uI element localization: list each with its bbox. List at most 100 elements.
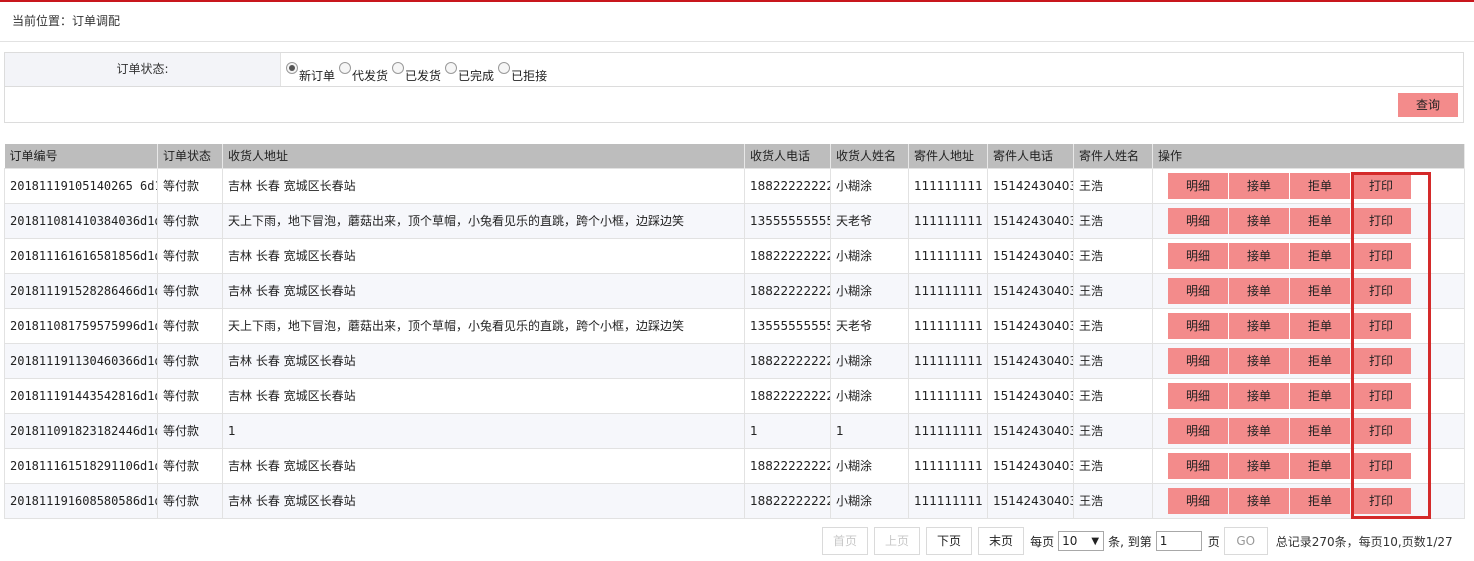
actions-cell: 明细 接单 拒单 打印 — [1152, 167, 1465, 204]
column-header: 收货人电话 — [744, 144, 831, 168]
detail-button[interactable]: 明细 — [1168, 347, 1228, 374]
print-button[interactable]: 打印 — [1351, 312, 1411, 339]
accept-button[interactable]: 接单 — [1229, 487, 1289, 514]
detail-button[interactable]: 明细 — [1168, 487, 1228, 514]
filter-row: 订单状态: 新订单 代发货 已发货 已完成 已拒接 — [5, 53, 1463, 87]
radio-label: 代发货 — [352, 69, 389, 83]
pagination: 首页 上页 下页 末页 每页 10 ▼ 条, 到第 1 页 GO 总记录270条… — [822, 527, 1453, 555]
detail-button[interactable]: 明细 — [1168, 312, 1228, 339]
detail-button[interactable]: 明细 — [1168, 417, 1228, 444]
reject-button[interactable]: 拒单 — [1290, 277, 1350, 304]
sender-name-cell: 王浩 — [1073, 307, 1153, 344]
detail-button[interactable]: 明细 — [1168, 452, 1228, 479]
reject-button[interactable]: 拒单 — [1290, 417, 1350, 444]
receiver-name-cell: 小糊涂 — [830, 237, 909, 274]
prev-page-button[interactable]: 上页 — [874, 527, 921, 555]
receiver-name-cell: 小糊涂 — [830, 342, 909, 379]
radio-new-order[interactable]: 新订单 — [286, 62, 339, 84]
accept-button[interactable]: 接单 — [1229, 242, 1289, 269]
print-button[interactable]: 打印 — [1351, 347, 1411, 374]
radio-button[interactable] — [286, 62, 298, 74]
print-button[interactable]: 打印 — [1351, 487, 1411, 514]
detail-button[interactable]: 明细 — [1168, 382, 1228, 409]
print-button[interactable]: 打印 — [1351, 382, 1411, 409]
order-status-cell: 等付款 — [157, 482, 223, 519]
radio-button[interactable] — [392, 62, 405, 74]
reject-button[interactable]: 拒单 — [1290, 207, 1350, 234]
receiver-phone-cell: 18822222222 — [744, 377, 831, 414]
sender-phone-cell: 15142430403 — [987, 167, 1074, 204]
print-button[interactable]: 打印 — [1351, 172, 1411, 199]
radio-button[interactable] — [339, 62, 352, 74]
accept-button[interactable]: 接单 — [1229, 277, 1289, 304]
column-header: 寄件人姓名 — [1073, 144, 1153, 168]
order-status-cell: 等付款 — [157, 202, 223, 239]
radio-rejected[interactable]: 已拒接 — [498, 62, 551, 84]
column-header: 订单状态 — [157, 144, 223, 168]
accept-button[interactable]: 接单 — [1229, 452, 1289, 479]
reject-button[interactable]: 拒单 — [1290, 382, 1350, 409]
detail-button[interactable]: 明细 — [1168, 242, 1228, 269]
table-row: 20181119105140265 6d1d 等付款 吉林 长春 宽城区长春站 188… — [4, 167, 1465, 204]
actions-cell: 明细 接单 拒单 打印 — [1152, 412, 1465, 449]
radio-completed[interactable]: 已完成 — [445, 62, 498, 84]
order-status-cell: 等付款 — [157, 447, 223, 484]
go-button[interactable]: GO — [1223, 527, 1268, 555]
accept-button[interactable]: 接单 — [1229, 172, 1289, 199]
table-row: 201811191608580586d1d 等付款 吉林 长春 宽城区长春站 1882… — [4, 482, 1465, 519]
order-status-cell: 等付款 — [157, 272, 223, 309]
detail-button[interactable]: 明细 — [1168, 207, 1228, 234]
actions-cell: 明细 接单 拒单 打印 — [1152, 272, 1465, 309]
orders-table: 订单编号 订单状态 收货人地址 收货人电话 收货人姓名 寄件人地址 寄件人电话 … — [4, 144, 1465, 519]
reject-button[interactable]: 拒单 — [1290, 347, 1350, 374]
accept-button[interactable]: 接单 — [1229, 347, 1289, 374]
print-button[interactable]: 打印 — [1351, 277, 1411, 304]
print-button[interactable]: 打印 — [1351, 452, 1411, 479]
column-header: 收货人地址 — [222, 144, 745, 168]
accept-button[interactable]: 接单 — [1229, 312, 1289, 339]
row-actions: 明细 接单 拒单 打印 — [1158, 452, 1464, 479]
accept-button[interactable]: 接单 — [1229, 382, 1289, 409]
print-button[interactable]: 打印 — [1351, 242, 1411, 269]
sender-address-cell: 111111111 — [908, 342, 988, 379]
sender-address-cell: 111111111 — [908, 167, 988, 204]
row-actions: 明细 接单 拒单 打印 — [1158, 277, 1464, 304]
row-actions: 明细 接单 拒单 打印 — [1158, 347, 1464, 374]
column-header: 寄件人电话 — [987, 144, 1074, 168]
receiver-address-cell: 吉林 长春 宽城区长春站 — [222, 482, 745, 519]
detail-button[interactable]: 明细 — [1168, 277, 1228, 304]
order-status-cell: 等付款 — [157, 377, 223, 414]
next-page-button[interactable]: 下页 — [926, 527, 973, 555]
per-page-select[interactable]: 10 ▼ — [1058, 531, 1105, 551]
print-button[interactable]: 打印 — [1351, 417, 1411, 444]
detail-button[interactable]: 明细 — [1168, 172, 1228, 199]
receiver-phone-cell: 18822222222 — [744, 342, 831, 379]
sender-address-cell: 111111111 — [908, 447, 988, 484]
radio-button[interactable] — [498, 62, 511, 74]
radio-shipped[interactable]: 已发货 — [392, 62, 445, 84]
reject-button[interactable]: 拒单 — [1290, 487, 1350, 514]
sender-address-cell: 111111111 — [908, 412, 988, 449]
order-status-cell: 等付款 — [157, 237, 223, 274]
radio-button[interactable] — [445, 62, 458, 74]
reject-button[interactable]: 拒单 — [1290, 172, 1350, 199]
last-page-button[interactable]: 末页 — [978, 527, 1025, 555]
table-row: 201811081759575996d1d 等付款 天上下雨，地下冒泡，蘑菇出来，顶… — [4, 307, 1465, 344]
order-id-cell: 20181119105140265 6d1d — [4, 167, 158, 204]
first-page-button[interactable]: 首页 — [822, 527, 869, 555]
sender-name-cell: 王浩 — [1073, 412, 1153, 449]
print-button[interactable]: 打印 — [1351, 207, 1411, 234]
accept-button[interactable]: 接单 — [1229, 207, 1289, 234]
table-row: 201811191130460366d1d 等付款 吉林 长春 宽城区长春站 1882… — [4, 342, 1465, 379]
reject-button[interactable]: 拒单 — [1290, 312, 1350, 339]
page-number-input[interactable]: 1 — [1155, 531, 1202, 551]
sender-address-cell: 111111111 — [908, 482, 988, 519]
reject-button[interactable]: 拒单 — [1290, 452, 1350, 479]
query-button[interactable]: 查询 — [1398, 93, 1458, 117]
radio-pending-shipment[interactable]: 代发货 — [339, 62, 392, 84]
table-row: 201811091823182446d1d 等付款 1 1 1 111111111 1514… — [4, 412, 1465, 449]
accept-button[interactable]: 接单 — [1229, 417, 1289, 444]
reject-button[interactable]: 拒单 — [1290, 242, 1350, 269]
radio-label: 已完成 — [458, 69, 495, 83]
actions-cell: 明细 接单 拒单 打印 — [1152, 482, 1465, 519]
